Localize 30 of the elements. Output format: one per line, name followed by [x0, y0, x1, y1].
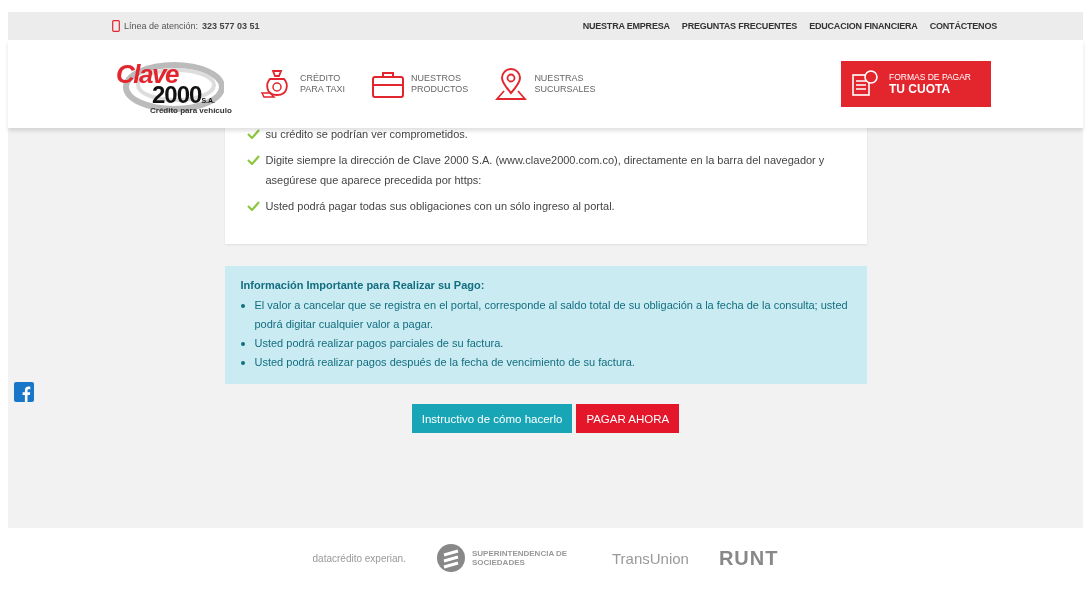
hotline-number: 323 577 03 51: [202, 21, 260, 31]
supersociedades-logo: SUPERINTENDENCIA DE SOCIEDADES: [435, 543, 582, 573]
info-item: Usted podrá realizar pagos después de la fecha de vencimiento de su factura.: [254, 355, 635, 370]
nav-item[interactable]: CRÉDITO PARA TAXI: [260, 67, 346, 101]
briefcase-icon: [371, 69, 406, 99]
top-nav-link[interactable]: NUESTRA EMPRESA: [582, 21, 670, 31]
tip-text: Digite siempre la dirección de Clave 2000 S.A. (www.clave2000.com.co), directamente en la barra del navegador y asegúrese que aparece precedida por https:: [265, 153, 826, 188]
datacredito-logo: datacrédito experian.: [312, 552, 406, 564]
bullet-icon: [240, 304, 245, 308]
transunion-logo: TransUnion: [611, 549, 689, 567]
phone-icon: [112, 20, 120, 32]
location-pin-icon: [494, 67, 529, 101]
tip-text: su crédito se podrían ver comprometidos.: [265, 127, 468, 142]
facebook-icon[interactable]: [14, 382, 34, 402]
info-title: Información Importante para Realizar su Pago:: [240, 278, 486, 293]
bullet-icon: [240, 342, 245, 346]
hotline-label: Línea de atención:: [124, 21, 199, 31]
bullet-icon: [240, 361, 245, 365]
top-nav-link[interactable]: PREGUNTAS FRECUENTES: [681, 21, 798, 31]
tip-text: Usted podrá pagar todas sus obligaciones con un sólo ingreso al portal.: [265, 199, 615, 214]
nav-item[interactable]: NUESTROS PRODUCTOS: [371, 67, 469, 101]
top-nav-link[interactable]: CONTÁCTENOS: [929, 21, 997, 31]
nav-item[interactable]: NUESTRAS SUCURSALES: [494, 67, 596, 101]
top-nav-link[interactable]: EDUCACION FINANCIERA: [809, 21, 918, 31]
runt-logo: RUNT: [718, 546, 779, 570]
pay-now-button[interactable]: PAGAR AHORA: [576, 404, 680, 433]
pay-installment-button[interactable]: FORMAS DE PAGAR TU CUOTA: [841, 61, 991, 107]
info-item: Usted podrá realizar pagos parciales de su factura.: [254, 336, 504, 351]
invoice-icon: [849, 69, 879, 99]
info-item: El valor a cancelar que se registra en el portal, corresponde al saldo total de su obligación a la fecha de la consulta; usted podrá digitar cualquier valor a pagar.: [254, 298, 849, 332]
